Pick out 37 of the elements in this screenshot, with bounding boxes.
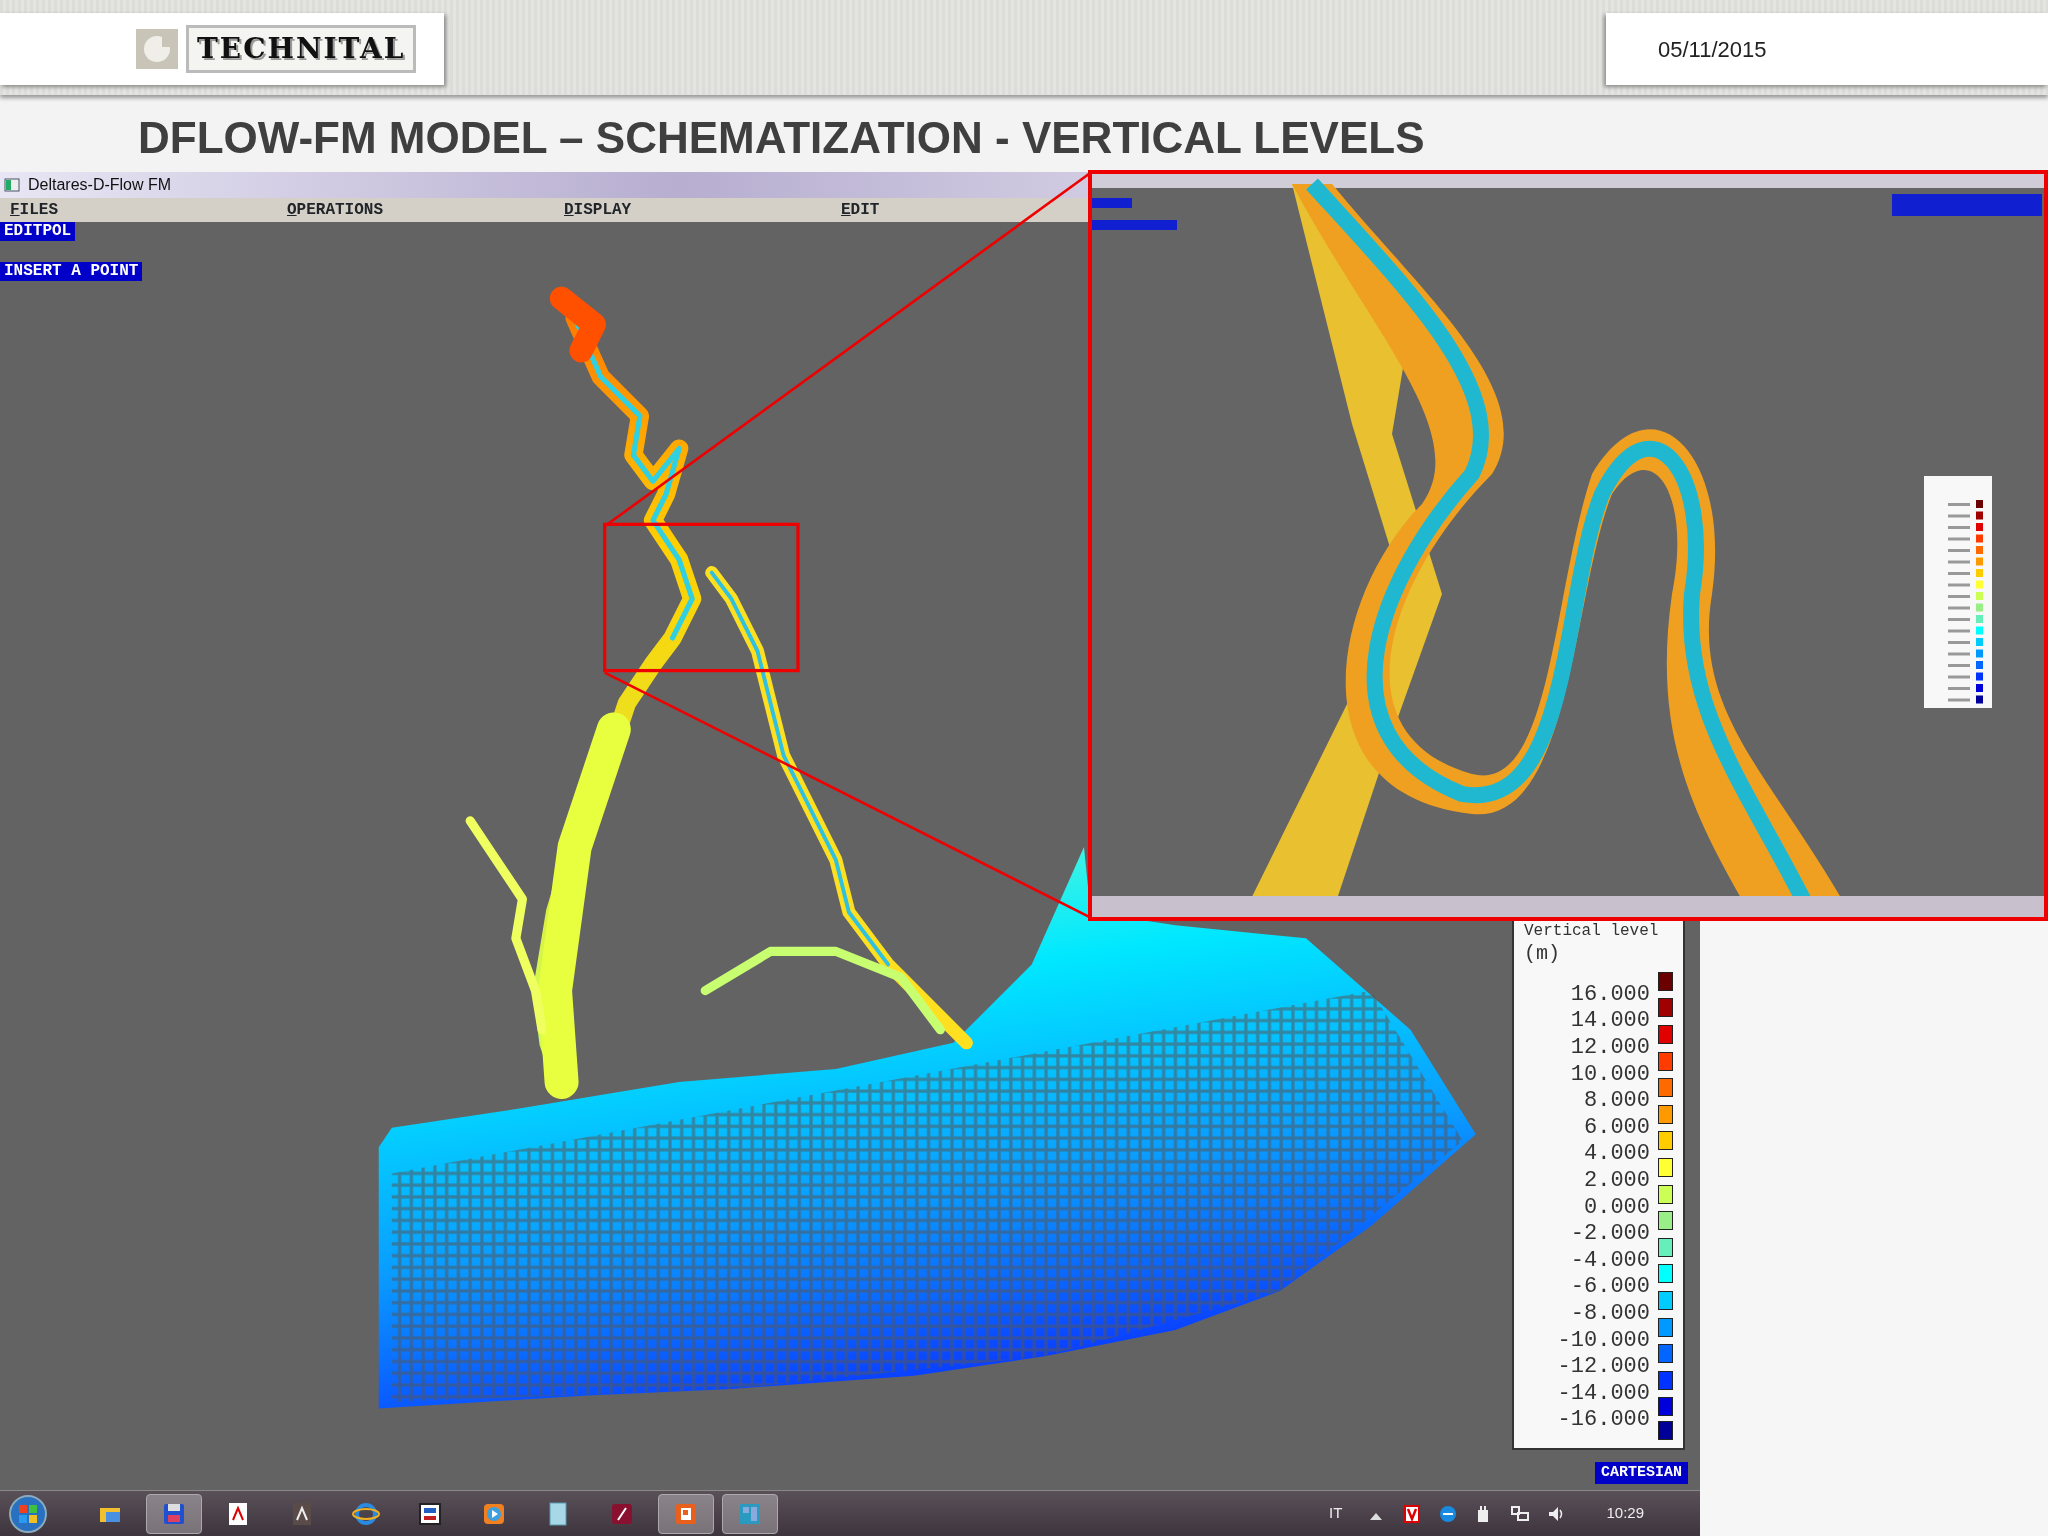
slide-title: DFLOW-FM MODEL – SCHEMATIZATION - VERTICAL LEVELS bbox=[138, 113, 1425, 162]
legend-value: -8.000 bbox=[1570, 1299, 1650, 1328]
legend-value: -12.000 bbox=[1557, 1353, 1650, 1382]
action-label: INSERT A POINT bbox=[0, 262, 143, 281]
legend-value: 16.000 bbox=[1570, 980, 1650, 1009]
start-button[interactable] bbox=[8, 1493, 48, 1534]
legend-value: 14.000 bbox=[1570, 1007, 1650, 1036]
legend-value: 8.000 bbox=[1584, 1087, 1650, 1116]
legend-value: -2.000 bbox=[1570, 1220, 1650, 1249]
taskbar-button[interactable] bbox=[658, 1493, 714, 1534]
logo-text: TECHNITAL bbox=[186, 25, 417, 73]
network-icon[interactable] bbox=[1510, 1503, 1531, 1524]
legend-value: -4.000 bbox=[1570, 1246, 1650, 1275]
legend-value: -6.000 bbox=[1570, 1273, 1650, 1302]
legend-value: 2.000 bbox=[1584, 1166, 1650, 1195]
coordinate-system-label: CARTESIAN bbox=[1595, 1461, 1688, 1484]
app-window-icon bbox=[4, 178, 20, 192]
language-indicator[interactable]: IT bbox=[1329, 1502, 1343, 1525]
legend-value: 0.000 bbox=[1584, 1193, 1650, 1222]
menu-item[interactable]: FILES bbox=[0, 198, 277, 222]
legend-value: 12.000 bbox=[1570, 1034, 1650, 1062]
legend-unit: (m) bbox=[1524, 942, 1561, 966]
window-title: Deltares-D-Flow FM bbox=[28, 175, 172, 195]
mode-label: EDITPOL bbox=[0, 222, 76, 241]
menu-item[interactable]: DISPLAY bbox=[554, 198, 831, 222]
menu-item[interactable]: EDIT bbox=[831, 198, 880, 222]
legend-value: -16.000 bbox=[1557, 1406, 1650, 1435]
legend-value: 10.000 bbox=[1570, 1060, 1650, 1089]
legend-value: 4.000 bbox=[1584, 1140, 1650, 1169]
slide-date: 05/11/2015 bbox=[1658, 35, 1767, 64]
logo-mark-icon bbox=[136, 29, 178, 69]
legend-title: Vertical level bbox=[1524, 921, 1660, 942]
legend-value: -14.000 bbox=[1557, 1379, 1650, 1408]
legend-value: -10.000 bbox=[1557, 1326, 1650, 1355]
taskbar-clock[interactable]: 10:29 bbox=[1606, 1502, 1644, 1525]
legend-value: 6.000 bbox=[1584, 1113, 1650, 1142]
menu-item[interactable]: OPERATIONS bbox=[277, 198, 554, 222]
